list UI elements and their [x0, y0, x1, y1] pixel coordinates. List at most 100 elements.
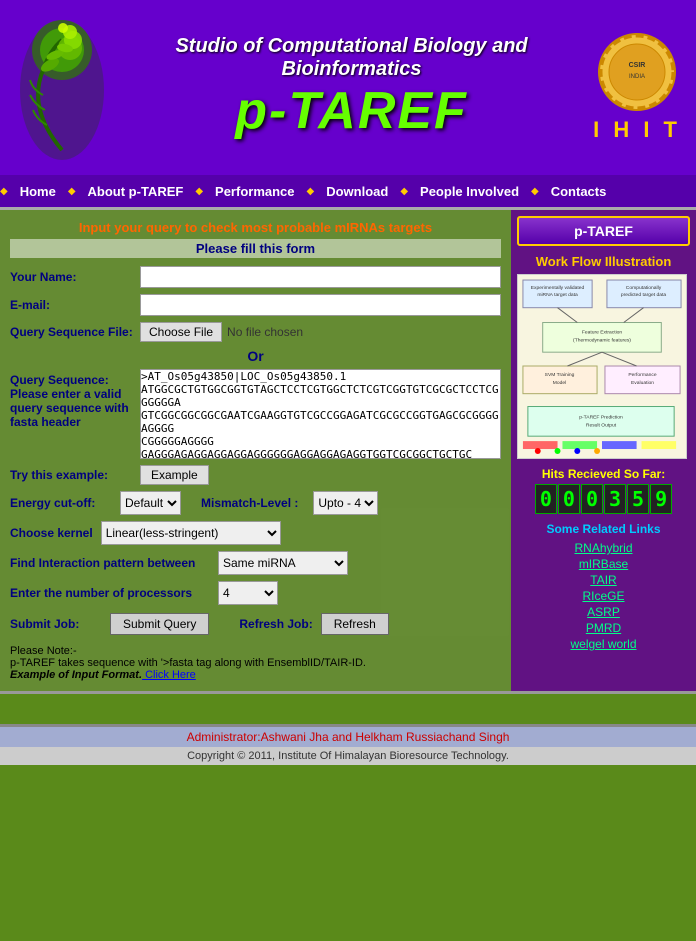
link-rnahybrid[interactable]: RNAhybrid [574, 541, 632, 555]
file-label: Query Sequence File: [10, 325, 140, 339]
refresh-label: Refresh Job: [239, 617, 312, 631]
nav-diamond-5: ◆ [400, 186, 408, 197]
kernel-row: Choose kernel Linear(less-stringent) RBF… [10, 521, 501, 545]
digit-5: 5 [627, 484, 649, 514]
svg-text:Evaluation: Evaluation [631, 380, 654, 386]
hits-counter: 0 0 0 3 5 9 [517, 484, 690, 514]
email-label: E-mail: [10, 298, 140, 312]
energy-select[interactable]: Default High Low [120, 491, 181, 515]
nav-home[interactable]: Home [8, 184, 68, 199]
example-row: Try this example: Example [10, 465, 501, 485]
digit-2: 0 [558, 484, 580, 514]
note-bold-text: Example of Input Format. [10, 669, 142, 681]
svg-text:CSIR: CSIR [629, 62, 646, 69]
svg-text:Experimentally validated: Experimentally validated [531, 285, 585, 291]
navbar: ◆ Home ◆ About p-TAREF ◆ Performance ◆ D… [0, 175, 696, 207]
nav-contacts[interactable]: Contacts [539, 184, 619, 199]
nav-diamond-1: ◆ [0, 186, 8, 197]
form-title: Input your query to check most probable … [10, 220, 501, 235]
digit-4: 3 [604, 484, 626, 514]
svg-text:Feature Extraction: Feature Extraction [582, 329, 623, 335]
header-main-title: p-TAREF [235, 81, 468, 141]
ptaref-badge: p-TAREF [517, 216, 690, 246]
header-right: CSIR INDIA I H I T [593, 32, 681, 143]
footer-admin: Administrator:Ashwani Jha and Helkham Ru… [0, 727, 696, 747]
footer-copy: Copyright © 2011, Institute Of Himalayan… [0, 747, 696, 765]
svg-text:predicted target data: predicted target data [621, 292, 667, 298]
link-tair[interactable]: TAIR [590, 573, 616, 587]
related-links: RNAhybrid mIRBase TAIR RIceGE ASRP PMRD … [517, 541, 690, 651]
energy-label: Energy cut-off: [10, 496, 110, 510]
note-section: Please Note:- p-TAREF takes sequence wit… [10, 645, 501, 681]
svg-text:Performance: Performance [628, 372, 657, 378]
header-title-block: Studio of Computational Biology and Bioi… [110, 35, 593, 141]
csir-logo: CSIR INDIA [597, 32, 677, 112]
nav-about[interactable]: About p-TAREF [76, 184, 196, 199]
link-mirbase[interactable]: mIRBase [579, 557, 628, 571]
link-ricege[interactable]: RIceGE [582, 589, 624, 603]
note-format: Example of Input Format. Click Here [10, 669, 501, 681]
header-subtitle: Studio of Computational Biology and Bioi… [110, 35, 593, 81]
copy-text: Copyright © 2011, Institute Of Himalayan… [187, 750, 509, 762]
interaction-row: Find Interaction pattern between Same mi… [10, 551, 501, 575]
interaction-select[interactable]: Same miRNA Different miRNA [218, 551, 348, 575]
link-asrp[interactable]: ASRP [587, 605, 620, 619]
processors-row: Enter the number of processors 1 2 4 8 [10, 581, 501, 605]
query-seq-label: Query Sequence: Please enter a valid que… [10, 369, 140, 429]
or-divider: Or [10, 348, 501, 364]
digit-6: 9 [650, 484, 672, 514]
nav-people[interactable]: People Involved [408, 184, 531, 199]
nav-download[interactable]: Download [314, 184, 400, 199]
svg-text:Model: Model [553, 380, 566, 386]
query-seq-textarea[interactable]: >AT_Os05g43850|LOC_Os05g43850.1 ATGGCGCT… [140, 369, 501, 459]
workflow-image: Experimentally validated miRNA target da… [517, 274, 687, 459]
right-panel: p-TAREF Work Flow Illustration Experimen… [511, 210, 696, 691]
no-file-text: No file chosen [227, 325, 303, 339]
svg-text:Result Output: Result Output [586, 422, 617, 428]
nav-diamond-2: ◆ [68, 186, 76, 197]
svg-text:(Thermodynamic features): (Thermodynamic features) [573, 337, 631, 343]
digit-3: 0 [581, 484, 603, 514]
mismatch-select[interactable]: Upto - 1 Upto - 2 Upto - 3 Upto - 4 Upto… [313, 491, 378, 515]
link-welgel[interactable]: welgel world [570, 637, 636, 651]
admin-text: Administrator:Ashwani Jha and Helkham Ru… [187, 730, 510, 744]
submit-button[interactable]: Submit Query [110, 613, 209, 635]
email-row: E-mail: [10, 294, 501, 316]
note-link[interactable]: Click Here [142, 669, 196, 681]
svg-text:SVM Training: SVM Training [545, 372, 575, 378]
processors-select[interactable]: 1 2 4 8 [218, 581, 278, 605]
name-label: Your Name: [10, 270, 140, 284]
example-label: Try this example: [10, 468, 140, 482]
name-row: Your Name: [10, 266, 501, 288]
main-container: Input your query to check most probable … [0, 210, 696, 691]
svg-text:miRNA target data: miRNA target data [537, 292, 578, 298]
processors-label: Enter the number of processors [10, 586, 210, 600]
svg-text:p-TAREF Prediction: p-TAREF Prediction [579, 414, 623, 420]
interaction-label: Find Interaction pattern between [10, 556, 210, 570]
name-input[interactable] [140, 266, 501, 288]
note-line1: Please Note:- [10, 645, 501, 657]
submit-row: Submit Job: Submit Query Refresh Job: Re… [10, 613, 501, 635]
hits-title: Hits Recieved So Far: [517, 467, 690, 481]
submit-label: Submit Job: [10, 617, 110, 631]
header: Studio of Computational Biology and Bioi… [0, 0, 696, 175]
nav-diamond-3: ◆ [195, 186, 203, 197]
fern-logo [15, 10, 110, 165]
link-pmrd[interactable]: PMRD [586, 621, 621, 635]
file-row: Query Sequence File: Choose File No file… [10, 322, 501, 342]
nav-performance[interactable]: Performance [203, 184, 306, 199]
form-subtitle: Please fill this form [10, 239, 501, 258]
query-seq-row: Query Sequence: Please enter a valid que… [10, 369, 501, 459]
email-input[interactable] [140, 294, 501, 316]
svg-text:Computationally: Computationally [626, 285, 662, 291]
choose-file-button[interactable]: Choose File [140, 322, 222, 342]
ihi-label: I H I T [593, 117, 681, 143]
note-line2: p-TAREF takes sequence with '>fasta tag … [10, 657, 501, 669]
refresh-button[interactable]: Refresh [321, 613, 389, 635]
digit-1: 0 [535, 484, 557, 514]
example-button[interactable]: Example [140, 465, 209, 485]
workflow-title: Work Flow Illustration [517, 254, 690, 269]
file-input-wrapper: Choose File No file chosen [140, 322, 303, 342]
mismatch-label: Mismatch-Level : [201, 496, 298, 510]
kernel-select[interactable]: Linear(less-stringent) RBF(more-stringen… [101, 521, 281, 545]
